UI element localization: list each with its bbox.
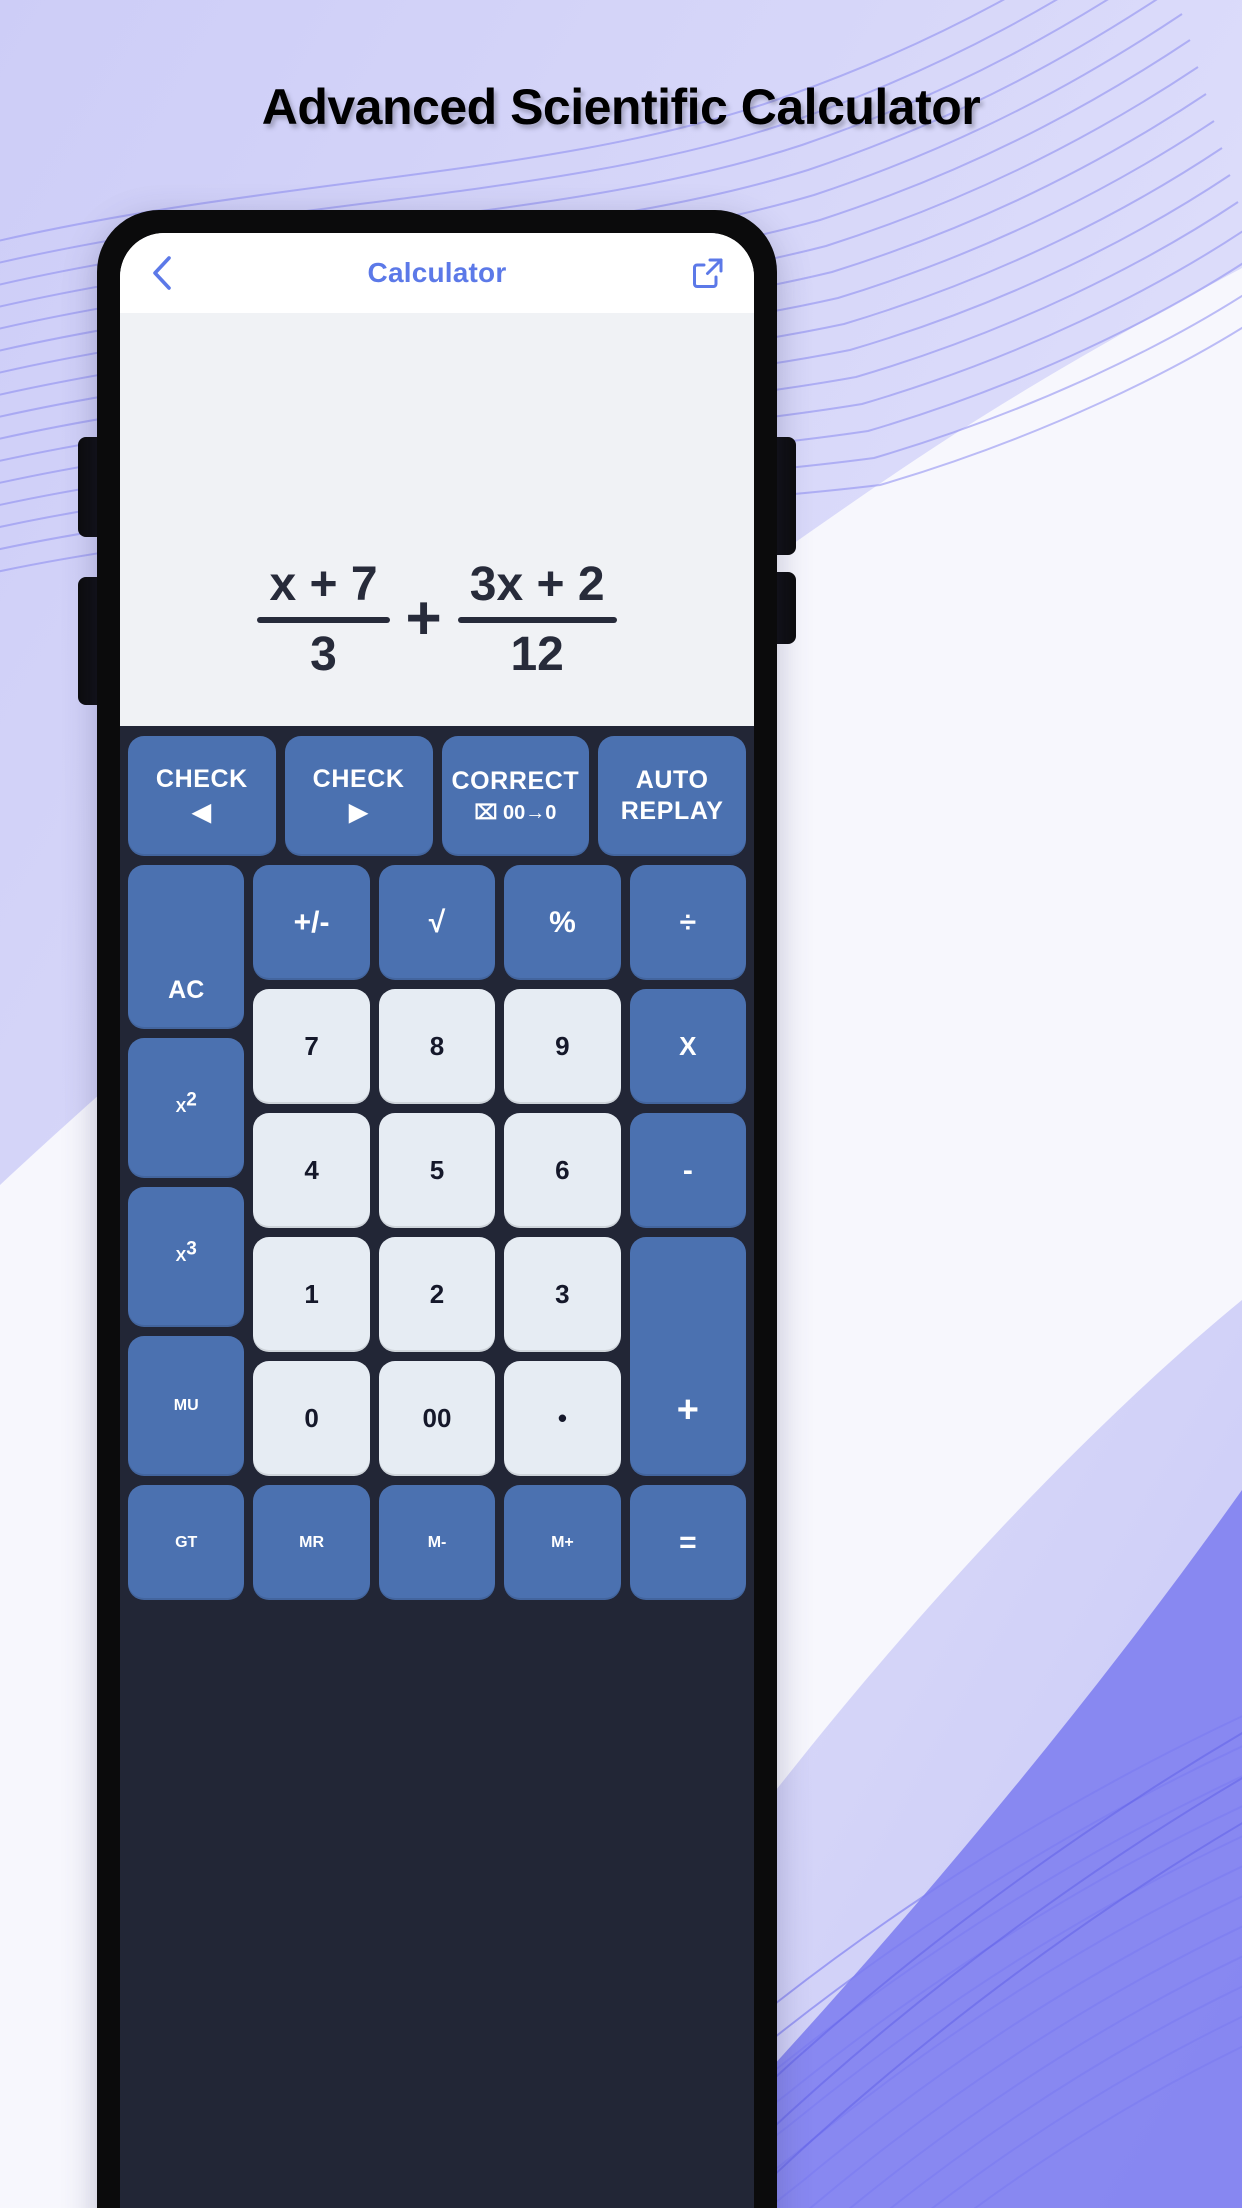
all-clear-label: AC xyxy=(168,976,205,1004)
equals-button[interactable]: = xyxy=(629,1485,747,1600)
keypad-grid: AC X2 X3 MU +/- √ % ÷ 7 8 9 X 4 5 6 - 1 … xyxy=(128,865,747,1476)
grand-total-label: GT xyxy=(175,1533,198,1551)
digit-4-button[interactable]: 4 xyxy=(253,1113,370,1228)
keypad-row-789: 7 8 9 X xyxy=(253,989,747,1104)
keypad-digits-block: 1 2 3 0 00 • xyxy=(253,1237,621,1476)
phone-screen: Calculator x + 7 3 + 3x + 2 12 CHECK ◀ C… xyxy=(120,233,754,2208)
calculator-display: x + 7 3 + 3x + 2 12 xyxy=(120,313,754,726)
markup-label: MU xyxy=(173,1397,199,1414)
fraction-first: x + 7 3 xyxy=(257,557,390,684)
correct-label: CORRECT xyxy=(451,767,580,795)
square-root-icon: √ xyxy=(428,905,446,939)
check-forward-arrow-icon: ▶ xyxy=(349,799,369,826)
sign-toggle-label: +/- xyxy=(293,905,330,939)
digit-3-label: 3 xyxy=(555,1279,570,1309)
double-zero-label: 00 xyxy=(422,1403,452,1433)
fraction-second-numerator: 3x + 2 xyxy=(469,557,605,611)
cube-label: X3 xyxy=(175,1238,197,1265)
markup-button[interactable]: MU xyxy=(128,1336,245,1476)
memory-add-button[interactable]: M+ xyxy=(504,1485,621,1600)
app-title: Calculator xyxy=(367,257,507,288)
expression: x + 7 3 + 3x + 2 12 xyxy=(154,557,720,684)
equals-label: = xyxy=(679,1525,697,1559)
check-back-arrow-icon: ◀ xyxy=(192,799,212,826)
digit-5-label: 5 xyxy=(429,1155,445,1185)
memory-subtract-label: M- xyxy=(427,1533,447,1551)
check-forward-label: CHECK xyxy=(312,765,405,793)
divide-icon: ÷ xyxy=(679,905,697,939)
double-zero-button[interactable]: 00 xyxy=(378,1361,496,1476)
all-clear-button[interactable]: AC xyxy=(128,865,245,1029)
square-label: X2 xyxy=(175,1089,197,1116)
auto-replay-label-line1: AUTO xyxy=(635,765,709,794)
add-label: + xyxy=(676,1389,699,1431)
square-button[interactable]: X2 xyxy=(128,1038,245,1178)
check-back-label: CHECK xyxy=(155,765,248,793)
keypad-row-operators: +/- √ % ÷ xyxy=(253,865,747,980)
digit-9-label: 9 xyxy=(555,1031,570,1061)
memory-row: GT MR M- M+ = xyxy=(128,1485,747,1600)
fraction-second: 3x + 2 12 xyxy=(457,557,617,684)
auto-replay-label-line2: REPLAY xyxy=(620,797,724,825)
app-header: Calculator xyxy=(120,233,754,313)
digit-4-label: 4 xyxy=(304,1155,319,1185)
fraction-first-numerator: x + 7 xyxy=(269,557,378,611)
fraction-second-bar xyxy=(457,617,617,624)
auto-replay-button[interactable]: AUTO REPLAY xyxy=(598,736,746,856)
page-title: Advanced Scientific Calculator xyxy=(261,79,981,135)
digit-0-button[interactable]: 0 xyxy=(253,1361,370,1476)
decimal-point-label: • xyxy=(557,1403,567,1433)
expression-operator: + xyxy=(405,583,442,653)
keypad-main-column: +/- √ % ÷ 7 8 9 X 4 5 6 - 1 2 3 0 00 • + xyxy=(253,865,747,1476)
check-forward-button[interactable]: CHECK ▶ xyxy=(284,736,433,856)
cube-button[interactable]: X3 xyxy=(128,1187,245,1327)
keypad-left-column: AC X2 X3 MU xyxy=(128,865,245,1476)
divide-button[interactable]: ÷ xyxy=(629,865,747,980)
square-root-button[interactable]: √ xyxy=(378,865,496,980)
check-back-button[interactable]: CHECK ◀ xyxy=(128,736,276,856)
correct-button[interactable]: CORRECT ⌧ 00→0 xyxy=(441,736,590,856)
memory-recall-label: MR xyxy=(299,1533,325,1551)
percent-label: % xyxy=(549,905,576,939)
keypad-row-456: 4 5 6 - xyxy=(253,1113,747,1228)
subtract-label: - xyxy=(682,1153,693,1187)
digit-6-button[interactable]: 6 xyxy=(504,1113,621,1228)
keypad-subrow-0: 0 00 • xyxy=(253,1361,621,1476)
subtract-button[interactable]: - xyxy=(629,1113,747,1228)
fraction-first-denominator: 3 xyxy=(310,628,337,682)
external-link-icon[interactable] xyxy=(688,253,728,293)
backspace-icon: ⌧ 00→0 xyxy=(474,802,557,824)
digit-9-button[interactable]: 9 xyxy=(504,989,621,1104)
fraction-second-denominator: 12 xyxy=(510,628,564,682)
digit-6-label: 6 xyxy=(555,1155,570,1185)
digit-1-button[interactable]: 1 xyxy=(253,1237,370,1352)
digit-2-button[interactable]: 2 xyxy=(378,1237,496,1352)
decimal-point-button[interactable]: • xyxy=(504,1361,621,1476)
digit-7-button[interactable]: 7 xyxy=(253,989,370,1104)
digit-8-label: 8 xyxy=(429,1031,445,1061)
multiply-button[interactable]: X xyxy=(629,989,747,1104)
memory-add-label: M+ xyxy=(551,1533,574,1551)
keypad-subrow-123: 1 2 3 xyxy=(253,1237,621,1352)
multiply-label: X xyxy=(679,1031,697,1061)
digit-7-label: 7 xyxy=(304,1031,319,1061)
percent-button[interactable]: % xyxy=(504,865,621,980)
grand-total-button[interactable]: GT xyxy=(128,1485,245,1600)
digit-5-button[interactable]: 5 xyxy=(378,1113,496,1228)
digit-0-label: 0 xyxy=(304,1403,319,1433)
digit-3-button[interactable]: 3 xyxy=(504,1237,621,1352)
function-row: CHECK ◀ CHECK ▶ CORRECT ⌧ 00→0 AUTO REPL… xyxy=(128,736,746,856)
sign-toggle-button[interactable]: +/- xyxy=(253,865,370,980)
fraction-first-bar xyxy=(257,617,390,624)
digit-2-label: 2 xyxy=(429,1279,445,1309)
digit-8-button[interactable]: 8 xyxy=(378,989,496,1104)
add-button[interactable]: + xyxy=(629,1237,746,1476)
keypad-row-123: 1 2 3 0 00 • + xyxy=(253,1237,746,1476)
memory-subtract-button[interactable]: M- xyxy=(378,1485,496,1600)
chevron-left-icon[interactable] xyxy=(146,251,180,295)
memory-recall-button[interactable]: MR xyxy=(253,1485,370,1600)
calculator-keypad: CHECK ◀ CHECK ▶ CORRECT ⌧ 00→0 AUTO REPL… xyxy=(120,726,754,2208)
digit-1-label: 1 xyxy=(304,1279,319,1309)
